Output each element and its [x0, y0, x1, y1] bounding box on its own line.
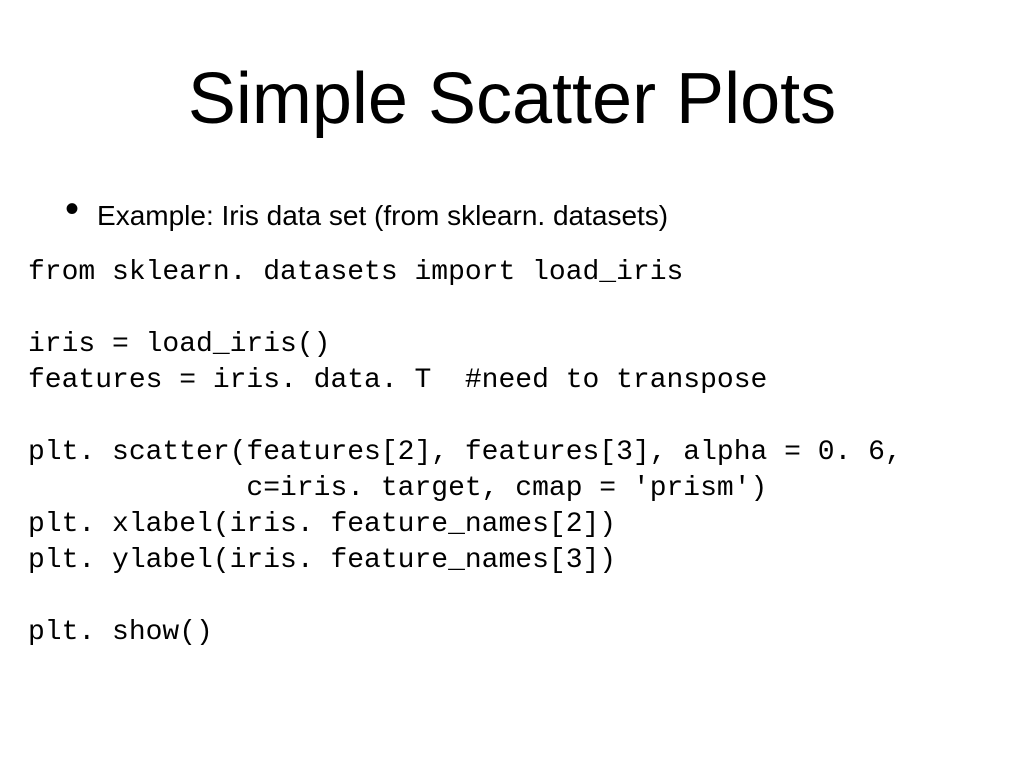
code-block: from sklearn. datasets import load_iris …: [28, 255, 902, 651]
bullet-text: Example: Iris data set (from sklearn. da…: [97, 199, 668, 233]
slide: Simple Scatter Plots • Example: Iris dat…: [0, 0, 1024, 768]
slide-title: Simple Scatter Plots: [0, 58, 1024, 140]
bullet-dot-icon: •: [65, 195, 79, 223]
bullet-item: • Example: Iris data set (from sklearn. …: [65, 195, 668, 233]
